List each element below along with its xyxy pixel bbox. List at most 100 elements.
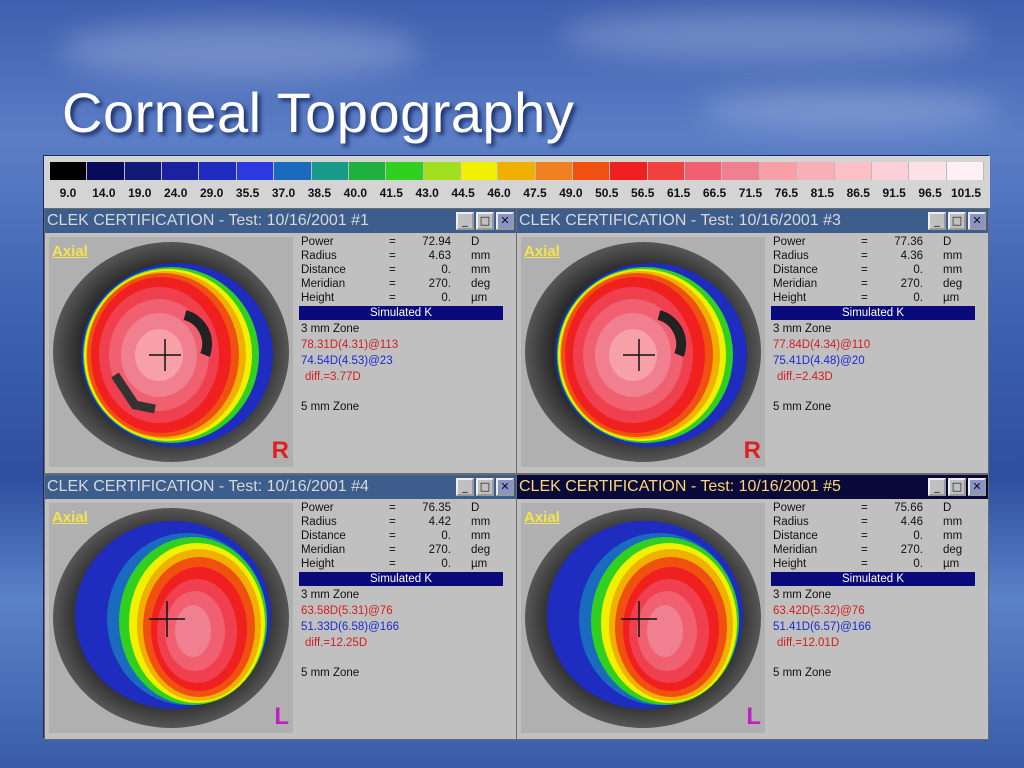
scale-label: 76.5 — [774, 186, 799, 200]
axial-topography-map[interactable]: Axial L — [49, 503, 293, 733]
scale-swatch — [50, 162, 88, 180]
scale-swatch — [685, 162, 723, 180]
zone-3mm-label: 3 mm Zone — [773, 589, 832, 601]
color-scale-bar — [50, 162, 984, 180]
scale-swatch — [834, 162, 872, 180]
scale-label: 46.0 — [487, 186, 511, 200]
window-titlebar[interactable]: CLEK CERTIFICATION - Test: 10/16/2001 #5… — [517, 475, 988, 499]
scale-label: 44.5 — [451, 186, 475, 200]
minimize-button[interactable]: _ — [928, 212, 946, 230]
zone-3mm-label: 3 mm Zone — [301, 589, 360, 601]
maximize-button[interactable]: □ — [948, 212, 966, 230]
close-button[interactable]: ✕ — [968, 212, 986, 230]
scale-label: 41.5 — [379, 186, 403, 200]
zone-5mm-label: 5 mm Zone — [301, 401, 360, 413]
scale-label: 38.5 — [307, 186, 332, 200]
axial-label[interactable]: Axial — [52, 243, 88, 260]
keratometry-panel: Power = 75.66 D Radius = 4.46 mm Distance = 0. mm… — [771, 501, 983, 680]
zone-5mm-label: 5 mm Zone — [773, 667, 832, 679]
zone-3mm-flat-k: 75.41D(4.48)@20 — [773, 355, 865, 367]
scale-label: 96.5 — [918, 186, 942, 200]
height-row: Height = 0. µm — [301, 292, 488, 304]
scale-label: 43.0 — [415, 186, 439, 200]
maximize-button[interactable]: □ — [476, 478, 494, 496]
corneal-map-image — [521, 237, 765, 467]
eye-indicator: L — [746, 703, 761, 730]
scale-swatch — [909, 162, 947, 180]
eye-indicator: R — [743, 437, 761, 464]
close-button[interactable]: ✕ — [968, 478, 986, 496]
axial-label[interactable]: Axial — [52, 509, 88, 526]
zone-3mm-flat-k: 74.54D(4.53)@23 — [301, 355, 393, 367]
scale-swatch — [647, 162, 686, 180]
close-button[interactable]: ✕ — [496, 478, 514, 496]
axial-topography-map[interactable]: Axial R — [49, 237, 293, 467]
scale-label: 71.5 — [738, 186, 763, 200]
minimize-button[interactable]: _ — [928, 478, 946, 496]
close-button[interactable]: ✕ — [496, 212, 514, 230]
power-row: Power = 76.35 D — [301, 502, 480, 514]
window-titlebar[interactable]: CLEK CERTIFICATION - Test: 10/16/2001 #3… — [517, 209, 988, 233]
axial-topography-map[interactable]: Axial L — [521, 503, 765, 733]
distance-row: Distance = 0. mm — [301, 264, 491, 276]
scale-swatch — [797, 162, 835, 180]
simulated-k-header: Simulated K — [299, 306, 503, 320]
window-titlebar[interactable]: CLEK CERTIFICATION - Test: 10/16/2001 #4… — [45, 475, 516, 499]
scale-swatch — [311, 162, 349, 180]
corneal-map-image — [521, 503, 765, 733]
scale-swatch — [460, 162, 499, 180]
topography-window-4[interactable]: CLEK CERTIFICATION - Test: 10/16/2001 #5… — [516, 474, 989, 740]
window-title: CLEK CERTIFICATION - Test: 10/16/2001 #5 — [519, 478, 841, 495]
minimize-button[interactable]: _ — [456, 212, 474, 230]
window-titlebar[interactable]: CLEK CERTIFICATION - Test: 10/16/2001 #1… — [45, 209, 516, 233]
scale-swatch — [199, 162, 237, 180]
simulated-k-header: Simulated K — [299, 572, 503, 586]
scale-swatch — [124, 162, 163, 180]
axial-topography-map[interactable]: Axial R — [521, 237, 765, 467]
power-row: Power = 72.94 D — [301, 236, 480, 248]
background-cloud — [60, 20, 420, 80]
scale-label: 29.0 — [199, 186, 224, 200]
axial-label[interactable]: Axial — [524, 243, 560, 260]
scale-label: 19.0 — [128, 186, 152, 200]
distance-row: Distance = 0. mm — [773, 530, 963, 542]
topography-window-1[interactable]: CLEK CERTIFICATION - Test: 10/16/2001 #1… — [44, 208, 517, 474]
topography-screen: 9.0 14.0 19.0 24.0 29.0 35.5 37.0 38.5 40.0 41.5 4… — [43, 155, 990, 740]
scale-label: 61.5 — [666, 186, 691, 200]
zone-3mm-label: 3 mm Zone — [773, 323, 832, 335]
zone-3mm-diff: diff.=12.25D — [305, 637, 368, 649]
scale-label: 50.5 — [595, 186, 619, 200]
scale-swatch — [423, 162, 461, 180]
background-cloud — [700, 90, 1000, 130]
zone-3mm-steep-k: 78.31D(4.31)@113 — [301, 339, 399, 351]
zone-3mm-diff: diff.=12.01D — [777, 637, 840, 649]
zone-3mm-steep-k: 63.58D(5.31)@76 — [301, 605, 393, 617]
scale-swatch — [871, 162, 910, 180]
maximize-button[interactable]: □ — [476, 212, 494, 230]
zone-3mm-flat-k: 51.41D(6.57)@166 — [773, 621, 871, 633]
axial-label[interactable]: Axial — [524, 509, 560, 526]
background-cloud — [560, 10, 980, 60]
zone-5mm-label: 5 mm Zone — [773, 401, 832, 413]
scale-swatch — [759, 162, 798, 180]
scale-swatch — [946, 162, 984, 180]
scale-label: 47.5 — [523, 186, 547, 200]
radius-row: Radius = 4.36 mm — [773, 250, 963, 262]
zone-5mm-label: 5 mm Zone — [301, 667, 360, 679]
meridian-row: Meridian = 270. deg — [773, 544, 963, 556]
height-row: Height = 0. µm — [773, 292, 960, 304]
scale-label: 91.5 — [882, 186, 906, 200]
scale-swatch — [236, 162, 275, 180]
scale-label: 14.0 — [92, 186, 116, 200]
topography-window-3[interactable]: CLEK CERTIFICATION - Test: 10/16/2001 #4… — [44, 474, 517, 740]
minimize-button[interactable]: _ — [456, 478, 474, 496]
scale-label: 56.5 — [631, 186, 655, 200]
window-title: CLEK CERTIFICATION - Test: 10/16/2001 #4 — [47, 478, 369, 495]
zone-3mm-steep-k: 63.42D(5.32)@76 — [773, 605, 865, 617]
topography-window-2[interactable]: CLEK CERTIFICATION - Test: 10/16/2001 #3… — [516, 208, 989, 474]
radius-row: Radius = 4.63 mm — [301, 250, 491, 262]
radius-row: Radius = 4.46 mm — [773, 516, 963, 528]
scale-label: 66.5 — [702, 186, 727, 200]
maximize-button[interactable]: □ — [948, 478, 966, 496]
zone-3mm-label: 3 mm Zone — [301, 323, 360, 335]
